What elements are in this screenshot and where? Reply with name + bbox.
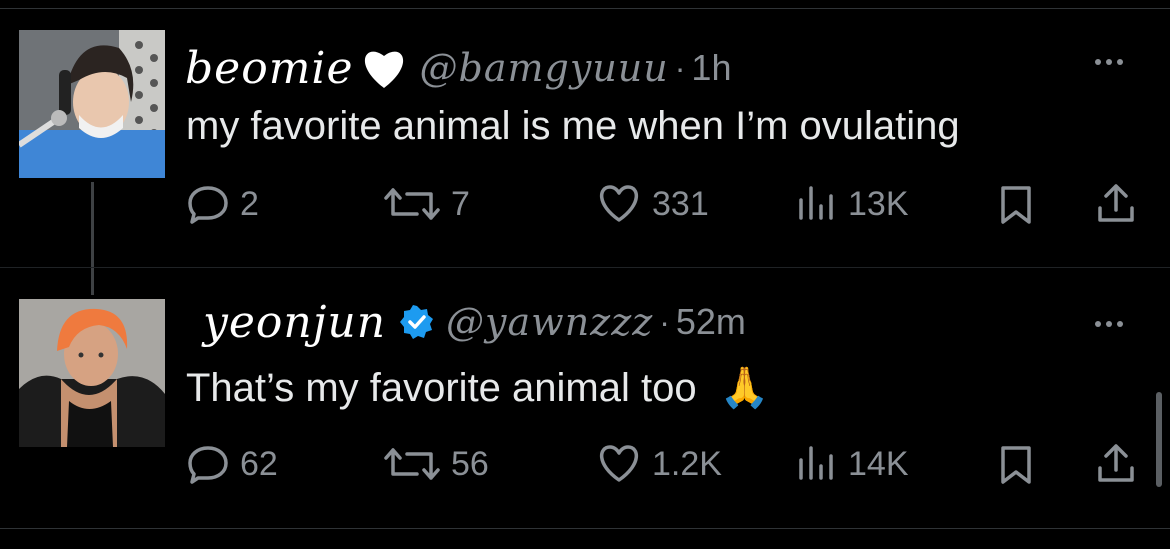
retweet-icon [384, 188, 440, 220]
user-handle[interactable]: @yawnzzz [446, 300, 653, 344]
share-button[interactable] [1094, 182, 1138, 226]
tweet-header: beomie @bamgyuuu · 1h [185, 38, 731, 98]
reply-button[interactable]: 62 [186, 444, 278, 484]
avatar[interactable] [19, 30, 165, 178]
white-heart-icon [360, 46, 408, 90]
separator-dot: · [674, 49, 686, 86]
folded-hands-emoji: 🙏 [719, 366, 770, 410]
views-button[interactable]: 13K [796, 184, 909, 224]
retweet-button[interactable]: 56 [383, 444, 489, 484]
bookmark-button[interactable] [999, 444, 1033, 486]
like-count: 331 [652, 184, 709, 223]
avatar-image [19, 299, 165, 447]
heart-icon [600, 185, 638, 222]
reply-icon [188, 446, 228, 484]
heart-icon [600, 445, 638, 482]
share-button[interactable] [1094, 442, 1138, 486]
more-options-icon[interactable] [1095, 314, 1123, 334]
views-button[interactable]: 14K [796, 444, 909, 484]
timestamp[interactable]: 52m [676, 301, 746, 343]
more-options-icon[interactable] [1095, 52, 1123, 72]
tweet-text: That’s my favorite animal too 🙏 [186, 364, 770, 411]
bookmark-button[interactable] [999, 184, 1033, 226]
tweet-actions: 2 7 331 13K [0, 180, 1170, 230]
views-icon [799, 186, 833, 220]
scrollbar[interactable] [1156, 392, 1162, 487]
retweet-count: 7 [451, 184, 470, 223]
retweet-button[interactable]: 7 [383, 184, 470, 224]
timestamp[interactable]: 1h [691, 47, 731, 89]
bookmark-icon [1001, 186, 1031, 224]
bookmark-icon [1001, 446, 1031, 484]
avatar[interactable] [19, 299, 165, 447]
reply-icon [188, 186, 228, 224]
like-button[interactable]: 1.2K [596, 444, 722, 484]
share-icon [1098, 444, 1134, 482]
user-handle[interactable]: @bamgyuuu [420, 46, 669, 90]
reply-count: 62 [240, 444, 278, 483]
views-icon [799, 446, 833, 480]
display-name[interactable]: beomie [185, 43, 354, 94]
reply-button[interactable]: 2 [186, 184, 259, 224]
retweet-count: 56 [451, 444, 489, 483]
like-button[interactable]: 331 [596, 184, 709, 224]
view-count: 14K [848, 444, 909, 483]
view-count: 13K [848, 184, 909, 223]
like-count: 1.2K [652, 444, 722, 483]
tweet-text-content: That’s my favorite animal too [186, 366, 697, 410]
reply-count: 2 [240, 184, 259, 223]
share-icon [1098, 184, 1134, 222]
tweet-actions: 62 56 1.2K 14K [0, 440, 1170, 490]
retweet-icon [384, 448, 440, 480]
tweet-header: yeonjun @yawnzzz · 52m [185, 292, 746, 352]
tweet-text: my favorite animal is me when I’m ovulat… [186, 104, 960, 148]
avatar-image [19, 30, 165, 178]
top-divider [0, 8, 1170, 9]
tweet-divider [0, 267, 1170, 268]
bottom-divider [0, 528, 1170, 529]
display-name[interactable]: yeonjun [203, 297, 386, 348]
verified-badge-icon [400, 305, 434, 339]
separator-dot: · [659, 303, 670, 340]
